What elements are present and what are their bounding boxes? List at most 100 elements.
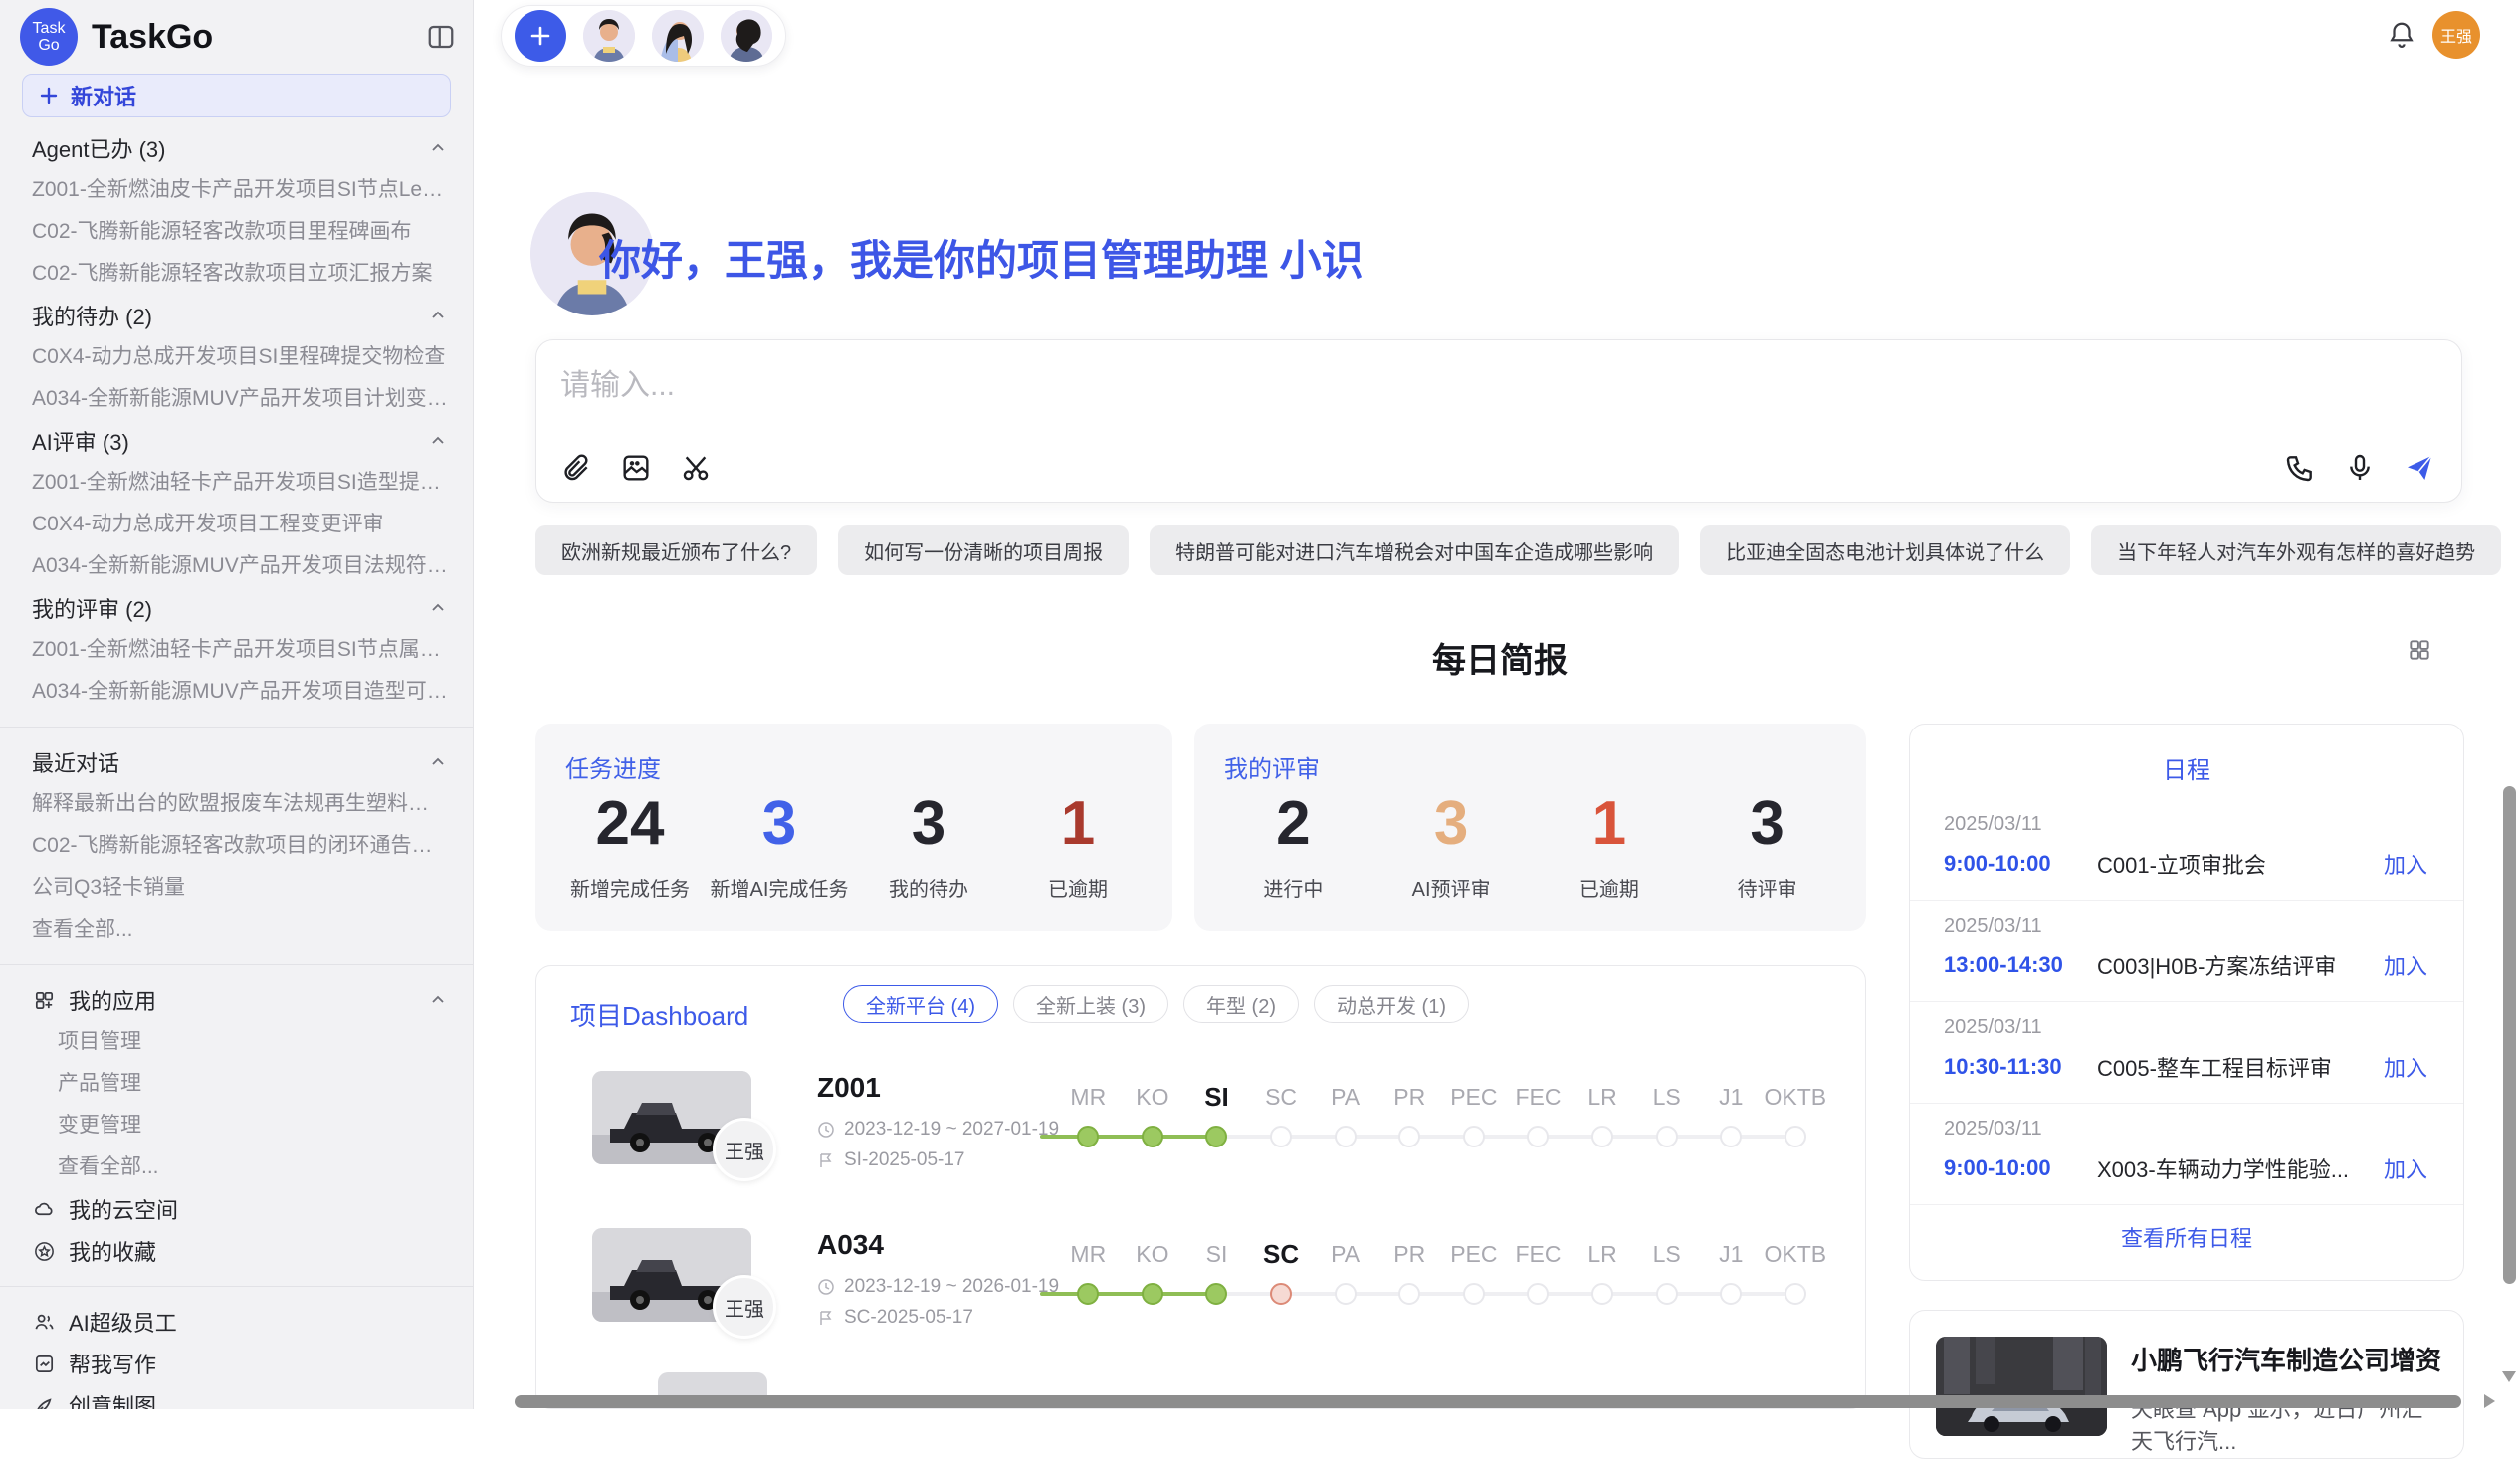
news-card[interactable]: 小鹏飞行汽车制造公司增资 天眼查 App 显示，近日广州汇天飞行汽...	[1909, 1310, 2464, 1459]
new-chat-button[interactable]: 新对话	[22, 74, 451, 117]
notification-bell-icon[interactable]	[2387, 20, 2416, 50]
conversation-item[interactable]: C02-飞腾新能源轻客改款项目的闭环通告反馈情况	[0, 825, 473, 867]
tab-new-platform[interactable]: 全新平台 (4)	[843, 985, 998, 1023]
tool-ai-super-staff[interactable]: AI超级员工	[0, 1301, 473, 1343]
conversation-item[interactable]: A034-全新新能源MUV产品开发项目计划变更表编写	[0, 378, 473, 420]
suggestion-chip[interactable]: 比亚迪全固态电池计划具体说了什么	[1700, 525, 2070, 575]
stat-new-ai-completed: 3 新增AI完成任务	[705, 789, 854, 902]
news-image	[1936, 1337, 2107, 1436]
milestone-label: PR	[1377, 1080, 1442, 1114]
join-link[interactable]: 加入	[2384, 1152, 2427, 1184]
suggestion-chip[interactable]: 如何写一份清晰的项目周报	[838, 525, 1129, 575]
conversation-item[interactable]: Z001-全新燃油轻卡产品开发项目SI造型提交物评审	[0, 462, 473, 504]
user-initials: 王强	[2440, 23, 2472, 47]
suggestion-chip[interactable]: 特朗普可能对进口汽车增税会对中国车企造成哪些影响	[1150, 525, 1679, 575]
tab-powertrain[interactable]: 动总开发 (1)	[1314, 985, 1469, 1023]
clock-icon	[817, 1278, 835, 1296]
conversation-item[interactable]: C02-飞腾新能源轻客改款项目立项汇报方案	[0, 253, 473, 295]
conversation-item[interactable]: C02-飞腾新能源轻客改款项目里程碑画布	[0, 211, 473, 253]
logo-text-top: Task	[33, 20, 66, 37]
project-code: A034	[817, 1229, 884, 1261]
flag-icon	[817, 1151, 835, 1169]
project-row[interactable]: 王强 A034 2023-12-19 ~ 2026-01-19 SC-2025-…	[536, 1223, 1865, 1380]
attachment-icon[interactable]	[560, 452, 592, 484]
project-date-range: 2023-12-19 ~ 2027-01-19	[844, 1119, 1059, 1141]
send-icon[interactable]	[2404, 452, 2435, 484]
project-code: Z001	[817, 1072, 881, 1104]
milestone-timeline: MR KO SI SC PA PR PEC FEC LR LS J1 OKTB	[1056, 1080, 1832, 1163]
suggestion-chip[interactable]: 欧洲新规最近颁布了什么?	[535, 525, 817, 575]
stat-label: 新增完成任务	[555, 873, 705, 902]
stat-label: AI预评审	[1372, 873, 1531, 902]
schedule-item: 2025/03/11 13:00-14:30 C003|H0B-方案冻结评审 加…	[1910, 901, 2463, 1002]
section-title: 最近对话	[32, 746, 119, 778]
section-agent-done[interactable]: Agent已办 (3)	[0, 127, 473, 169]
conversation-item[interactable]: C0X4-动力总成开发项目工程变更评审	[0, 504, 473, 545]
view-all-apps-link[interactable]: 查看全部...	[0, 1146, 473, 1188]
section-title: 我的待办 (2)	[32, 300, 152, 331]
chat-input[interactable]	[560, 360, 2153, 420]
conversation-item[interactable]: A034-全新新能源MUV产品开发项目造型可行性评审	[0, 671, 473, 713]
my-apps-header[interactable]: 我的应用	[0, 979, 473, 1021]
section-title: Agent已办 (3)	[32, 132, 166, 164]
app-item-change-mgmt[interactable]: 变更管理	[0, 1105, 473, 1146]
stat-ai-pre-review: 3 AI预评审	[1372, 789, 1531, 902]
join-link[interactable]: 加入	[2384, 848, 2427, 880]
chevron-up-icon	[429, 139, 447, 157]
conversation-item[interactable]: 解释最新出台的欧盟报废车法规再生塑料比例被调至15%...	[0, 783, 473, 825]
milestone-dot	[1077, 1126, 1099, 1147]
avatar[interactable]	[652, 10, 704, 62]
stat-label: 已逾期	[1003, 873, 1153, 902]
tab-model-year[interactable]: 年型 (2)	[1183, 985, 1299, 1023]
view-all-schedule-link[interactable]: 查看所有日程	[1910, 1221, 2463, 1253]
milestone-label: PA	[1313, 1080, 1377, 1114]
vertical-scrollbar[interactable]	[2503, 786, 2516, 1284]
news-title: 小鹏飞行汽车制造公司增资	[2131, 1341, 2441, 1377]
project-row[interactable]: 王强 Z001 2023-12-19 ~ 2027-01-19 SI-2025-…	[536, 1066, 1865, 1223]
section-my-review[interactable]: 我的评审 (2)	[0, 587, 473, 629]
stat-review-overdue: 1 已逾期	[1531, 789, 1689, 902]
milestone-timeline: MR KO SI SC PA PR PEC FEC LR LS J1 OKTB	[1056, 1237, 1832, 1321]
microphone-icon[interactable]	[2344, 452, 2376, 484]
conversation-item[interactable]: A034-全新新能源MUV产品开发项目法规符合性评审	[0, 545, 473, 587]
app-item-product-mgmt[interactable]: 产品管理	[0, 1063, 473, 1105]
tool-creative-drawing[interactable]: 创意制图	[0, 1384, 473, 1409]
section-recent-chats[interactable]: 最近对话	[0, 741, 473, 783]
milestone-dot	[1205, 1283, 1227, 1305]
add-conversation-button[interactable]	[515, 10, 566, 62]
app-item-project-mgmt[interactable]: 项目管理	[0, 1021, 473, 1063]
section-ai-review[interactable]: AI评审 (3)	[0, 420, 473, 462]
image-icon[interactable]	[620, 452, 652, 484]
view-all-chats-link[interactable]: 查看全部...	[0, 909, 473, 950]
conversation-item[interactable]: Z001-全新燃油轻卡产品开发项目SI节点属性5D文件评审	[0, 629, 473, 671]
card-title: 我的评审	[1224, 749, 1320, 784]
stat-value: 1	[1003, 789, 1153, 859]
conversation-item[interactable]: 公司Q3轻卡销量	[0, 867, 473, 909]
my-cloud-space[interactable]: 我的云空间	[0, 1188, 473, 1230]
avatar[interactable]	[583, 10, 635, 62]
flag-icon	[817, 1309, 835, 1327]
milestone-label: J1	[1699, 1080, 1764, 1114]
layout-grid-icon[interactable]	[2407, 637, 2432, 663]
horizontal-scrollbar[interactable]	[515, 1395, 2461, 1408]
avatar[interactable]	[721, 10, 772, 62]
tool-help-me-write[interactable]: 帮我写作	[0, 1343, 473, 1384]
tab-new-body[interactable]: 全新上装 (3)	[1013, 985, 1168, 1023]
sidebar-collapse-icon[interactable]	[426, 22, 456, 52]
scissors-icon[interactable]	[680, 452, 712, 484]
join-link[interactable]: 加入	[2384, 949, 2427, 981]
scroll-down-arrow[interactable]	[2502, 1371, 2516, 1382]
milestone-dot	[1335, 1126, 1357, 1147]
conversation-item[interactable]: Z001-全新燃油皮卡产品开发项目SI节点Lesson Learn报告	[0, 169, 473, 211]
stat-label: 已逾期	[1531, 873, 1689, 902]
conversation-item[interactable]: C0X4-动力总成开发项目SI里程碑提交物检查	[0, 336, 473, 378]
my-favorites[interactable]: 我的收藏	[0, 1230, 473, 1272]
section-my-todo[interactable]: 我的待办 (2)	[0, 295, 473, 336]
phone-call-icon[interactable]	[2284, 452, 2316, 484]
my-cloud-label: 我的云空间	[69, 1193, 447, 1225]
join-link[interactable]: 加入	[2384, 1051, 2427, 1083]
quill-pen-icon	[33, 1394, 56, 1410]
scroll-right-arrow[interactable]	[2484, 1394, 2495, 1408]
suggestion-chip[interactable]: 当下年轻人对汽车外观有怎样的喜好趋势	[2091, 525, 2501, 575]
user-avatar[interactable]: 王强	[2432, 11, 2480, 59]
